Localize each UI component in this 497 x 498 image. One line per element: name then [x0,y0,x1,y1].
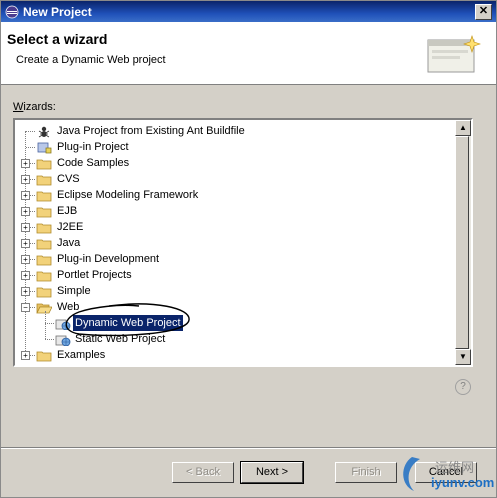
new-project-dialog: New Project ✕ Select a wizard Create a D… [0,0,497,498]
scroll-up-button[interactable]: ▲ [455,120,471,136]
eclipse-icon [5,5,19,19]
scroll-down-button[interactable]: ▼ [455,349,471,365]
annotation-circle [65,303,190,337]
watermark-text-cn: 运维网 [435,460,475,475]
tree-connector-line [45,339,54,340]
finish-button[interactable]: Finish [335,462,397,483]
wizard-header: Select a wizard Create a Dynamic Web pro… [1,22,496,85]
folder-icon [36,255,52,266]
tree-item-label: Examples [57,349,106,361]
ant-project-icon [38,126,50,138]
tree-item[interactable]: + Simple [15,283,455,299]
window-title: New Project [23,5,92,19]
folder-icon [36,175,52,186]
folder-open-icon [36,303,52,314]
tree-item-label: Java Project from Existing Ant Buildfile [57,125,245,137]
tree-item[interactable]: + Code Samples [15,155,455,171]
tree-item[interactable]: Plug-in Project [15,139,455,155]
expand-icon[interactable]: + [21,223,30,232]
tree-item-label: EJB [57,205,78,217]
tree-connector-line [26,147,35,148]
title-bar: New Project ✕ [1,1,496,22]
tree-item[interactable]: + CVS [15,171,455,187]
scroll-thumb[interactable] [455,136,469,349]
tree-item-label: Plug-in Development [57,253,160,265]
tree-item-label: Portlet Projects [57,269,132,281]
vertical-scrollbar[interactable]: ▲ ▼ [455,120,471,365]
tree-item[interactable]: + Examples [15,347,455,363]
folder-icon [36,287,52,298]
button-separator [1,447,496,449]
tree-item[interactable]: + Portlet Projects [15,267,455,283]
expand-icon[interactable]: + [21,239,30,248]
tree-connector-line [45,323,54,324]
next-button[interactable]: Next > [240,461,304,484]
tree-connector-line [45,311,46,339]
collapse-icon[interactable]: − [21,303,30,312]
page-title: Select a wizard [7,31,108,47]
tree-item-label: Java [57,237,81,249]
close-icon: ✕ [478,5,489,17]
watermark-text-domain: iyunv.com [431,475,495,490]
folder-icon [36,239,52,250]
arrow-down-icon: ▼ [459,352,467,361]
tree-item[interactable]: + J2EE [15,219,455,235]
wizards-label: Wizards: [13,101,56,113]
expand-icon[interactable]: + [21,287,30,296]
folder-icon [36,223,52,234]
tree-item[interactable]: + Java [15,235,455,251]
close-button[interactable]: ✕ [475,4,492,20]
tree-item[interactable]: Java Project from Existing Ant Buildfile [15,123,455,139]
arrow-up-icon: ▲ [459,123,467,132]
tree-item[interactable]: + EJB [15,203,455,219]
tree-item-label: CVS [57,173,80,185]
expand-icon[interactable]: + [21,207,30,216]
tree-item[interactable]: + Plug-in Development [15,251,455,267]
expand-icon[interactable]: + [21,191,30,200]
wizard-banner-icon [427,35,481,73]
folder-icon [36,191,52,202]
help-icon[interactable]: ? [455,379,471,395]
folder-icon [36,351,52,362]
tree-item-label: Code Samples [57,157,130,169]
tree-item-label: Eclipse Modeling Framework [57,189,199,201]
tree-item-label: J2EE [57,221,84,233]
expand-icon[interactable]: + [21,175,30,184]
back-button[interactable]: < Back [172,462,234,483]
page-description: Create a Dynamic Web project [16,54,166,66]
folder-icon [36,207,52,218]
folder-icon [36,159,52,170]
expand-icon[interactable]: + [21,159,30,168]
tree-item[interactable]: + Eclipse Modeling Framework [15,187,455,203]
expand-icon[interactable]: + [21,351,30,360]
plugin-project-icon [37,142,52,154]
expand-icon[interactable]: + [21,255,30,264]
tree-item-label: Simple [57,285,91,297]
tree-item-label: Plug-in Project [57,141,129,153]
expand-icon[interactable]: + [21,271,30,280]
tree-connector-line [26,131,35,132]
folder-icon [36,271,52,282]
